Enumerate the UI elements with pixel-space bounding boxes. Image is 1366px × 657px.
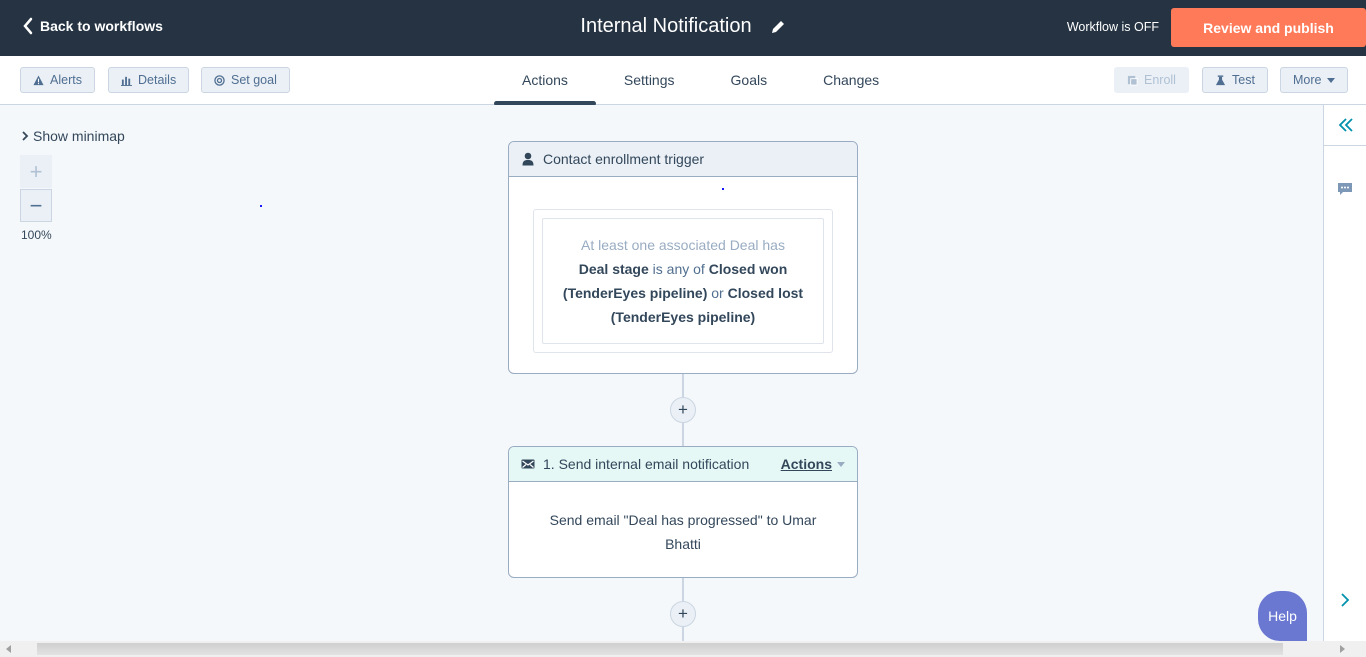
canvas-dot bbox=[260, 205, 262, 207]
help-button[interactable]: Help bbox=[1258, 591, 1307, 641]
more-dropdown[interactable]: More bbox=[1280, 67, 1349, 93]
add-step-button[interactable]: + bbox=[670, 397, 696, 423]
test-label: Test bbox=[1232, 73, 1255, 87]
alerts-label: Alerts bbox=[50, 73, 82, 87]
expand-panel-button[interactable] bbox=[1324, 105, 1366, 146]
alerts-button[interactable]: Alerts bbox=[20, 67, 95, 93]
details-button[interactable]: Details bbox=[108, 67, 190, 93]
action-card-send-email[interactable]: 1. Send internal email notification Acti… bbox=[508, 446, 858, 578]
action-card-header: 1. Send internal email notification Acti… bbox=[509, 447, 857, 482]
bar-chart-icon bbox=[121, 76, 132, 86]
trigger-card-header: Contact enrollment trigger bbox=[509, 142, 857, 177]
caret-down-icon bbox=[837, 461, 845, 467]
action-title: 1. Send internal email notification bbox=[543, 456, 750, 472]
tab-changes[interactable]: Changes bbox=[795, 56, 907, 105]
set-goal-button[interactable]: Set goal bbox=[201, 67, 290, 93]
double-chevron-left-icon bbox=[1338, 118, 1353, 132]
test-button[interactable]: Test bbox=[1202, 67, 1268, 93]
workflow-title-area: Internal Notification bbox=[0, 15, 1366, 38]
workflow-status: Workflow is OFF bbox=[1066, 20, 1159, 34]
show-minimap-toggle[interactable]: Show minimap bbox=[21, 128, 125, 144]
enroll-label: Enroll bbox=[1144, 73, 1176, 87]
enroll-icon bbox=[1127, 75, 1138, 86]
contact-person-icon bbox=[522, 152, 534, 166]
set-goal-label: Set goal bbox=[231, 73, 277, 87]
chevron-right-icon bbox=[22, 131, 29, 141]
horizontal-scrollbar[interactable] bbox=[0, 641, 1366, 657]
chevron-right-icon[interactable] bbox=[1338, 592, 1352, 608]
more-label: More bbox=[1293, 73, 1322, 87]
tab-settings[interactable]: Settings bbox=[596, 56, 703, 105]
tab-actions[interactable]: Actions bbox=[494, 56, 596, 106]
filter-property: Deal stage bbox=[578, 261, 649, 277]
right-side-panel bbox=[1323, 105, 1366, 641]
enrollment-trigger-card[interactable]: Contact enrollment trigger At least one … bbox=[508, 141, 858, 374]
scrollbar-thumb[interactable] bbox=[37, 643, 1283, 655]
filter-operator: is any of bbox=[652, 261, 705, 277]
email-envelope-icon bbox=[521, 459, 535, 469]
warning-icon bbox=[33, 74, 44, 85]
scroll-right-arrow-icon[interactable] bbox=[1340, 645, 1345, 653]
filter-criteria[interactable]: At least one associated Deal has Deal st… bbox=[542, 218, 824, 344]
workflow-title[interactable]: Internal Notification bbox=[580, 15, 751, 38]
minimap-label: Show minimap bbox=[33, 128, 125, 144]
actions-dropdown[interactable]: Actions bbox=[781, 456, 845, 472]
pencil-edit-icon[interactable] bbox=[770, 19, 786, 35]
action-description: Send email "Deal has progressed" to Umar… bbox=[549, 512, 817, 552]
zoom-out-button[interactable]: − bbox=[20, 189, 52, 222]
filter-group: At least one associated Deal has Deal st… bbox=[533, 209, 833, 353]
filter-hint: At least one associated Deal has bbox=[581, 237, 785, 253]
actions-dropdown-label: Actions bbox=[780, 456, 832, 472]
flask-icon bbox=[1215, 74, 1226, 85]
trigger-title: Contact enrollment trigger bbox=[543, 151, 705, 167]
review-and-publish-button[interactable]: Review and publish bbox=[1171, 8, 1366, 47]
tab-goals[interactable]: Goals bbox=[703, 56, 796, 105]
filter-condition: Deal stage is any of Closed won (TenderE… bbox=[553, 257, 813, 329]
comment-icon[interactable] bbox=[1337, 181, 1353, 197]
caret-down-icon bbox=[1327, 77, 1336, 83]
zoom-level: 100% bbox=[21, 228, 52, 242]
zoom-in-button[interactable]: + bbox=[20, 155, 52, 188]
workflow-tabs: Actions Settings Goals Changes bbox=[494, 56, 907, 106]
details-label: Details bbox=[138, 73, 177, 87]
scroll-left-arrow-icon[interactable] bbox=[6, 645, 11, 653]
add-step-button[interactable]: + bbox=[670, 601, 696, 627]
filter-joiner: or bbox=[711, 285, 724, 301]
card-dot bbox=[722, 188, 724, 190]
target-icon bbox=[214, 74, 225, 86]
top-bar: Back to workflows Internal Notification … bbox=[0, 0, 1366, 56]
toolbar: Alerts Details Set goal Actions Settings… bbox=[0, 56, 1366, 106]
enroll-button[interactable]: Enroll bbox=[1114, 67, 1189, 93]
